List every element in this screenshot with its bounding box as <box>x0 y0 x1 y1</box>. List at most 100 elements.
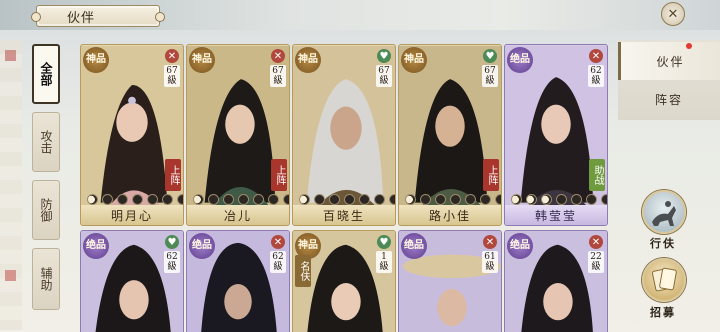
tab-support[interactable]: 辅助 <box>32 248 60 310</box>
pip-icon <box>314 193 325 205</box>
rank-badge: 绝品 <box>83 233 109 259</box>
rank-badge: 绝品 <box>507 47 533 73</box>
level-number: 62 <box>166 252 178 262</box>
pip-icon <box>268 193 279 205</box>
tab-all[interactable]: 全部 <box>32 44 60 104</box>
level-unit: 級 <box>379 76 389 86</box>
pip-icon <box>374 193 385 205</box>
star-pips <box>193 193 289 205</box>
horse-rider-icon <box>652 201 676 226</box>
rank-label: 绝品 <box>192 240 212 251</box>
tab-lineup-label: 阵容 <box>654 92 683 107</box>
partner-card[interactable]: 神品 ♥ 67 級 百晓生 <box>292 44 396 226</box>
tab-attack[interactable]: 攻击 <box>32 112 60 172</box>
moon-icon <box>87 193 98 205</box>
tab-support-label: 辅助 <box>39 267 53 291</box>
title-plaque: 伙伴 <box>31 5 165 27</box>
title-endcap-right <box>155 12 165 22</box>
pip-icon <box>117 193 128 205</box>
seal-icon <box>5 270 16 281</box>
status-label: 上阵 <box>274 165 285 185</box>
star-pips <box>405 193 501 205</box>
rank-badge: 绝品 <box>507 233 533 259</box>
pip-icon <box>344 193 355 205</box>
pip-icon <box>495 193 501 205</box>
level-number: 67 <box>166 66 178 76</box>
recruit-button[interactable] <box>642 258 686 302</box>
level-unit: 級 <box>379 262 389 272</box>
left-decoration <box>0 40 22 330</box>
pip-icon <box>389 193 395 205</box>
pip-icon <box>420 193 431 205</box>
partner-name: 明月心 <box>81 205 183 225</box>
rank-badge: 绝品 <box>401 233 427 259</box>
level-tag: 67 級 <box>270 65 286 87</box>
partner-grid: 神品 ✕ 67 級 上阵 明月心 神品 ✕ 67 級 上阵 冶儿 神品 ♥ 67… <box>80 40 608 332</box>
partner-name: 百晓生 <box>293 205 395 225</box>
heart-icon[interactable]: ♥ <box>483 49 497 63</box>
x-icon[interactable]: ✕ <box>165 49 179 63</box>
status-badge: 上阵 <box>271 159 287 191</box>
rank-label: 绝品 <box>510 54 530 65</box>
level-tag: 22 級 <box>588 251 604 273</box>
level-tag: 62 級 <box>164 251 180 273</box>
partner-card[interactable]: 绝品 ✕ 62 級 <box>186 230 290 332</box>
level-unit: 級 <box>485 262 495 272</box>
status-badge: 助战 <box>589 159 605 191</box>
tab-all-label: 全部 <box>39 62 53 86</box>
tab-defense-label: 防御 <box>39 198 53 222</box>
heart-icon[interactable]: ♥ <box>165 235 179 249</box>
partner-card[interactable]: 神品 ♥ 1級 名伕 <box>292 230 396 332</box>
level-unit: 級 <box>591 262 601 272</box>
level-number: 61 <box>484 252 496 262</box>
right-tab-panel: 伙伴 阵容 <box>618 40 720 120</box>
rank-badge: 神品 <box>295 47 321 73</box>
rank-badge: 神品 <box>83 47 109 73</box>
heart-icon[interactable]: ♥ <box>377 49 391 63</box>
partner-card[interactable]: 神品 ♥ 67 級 上阵 路小佳 <box>398 44 502 226</box>
level-number: 62 <box>590 66 602 76</box>
partner-name: 冶儿 <box>187 205 289 225</box>
level-number: 62 <box>272 252 284 262</box>
partner-card[interactable]: 神品 ✕ 67 級 上阵 冶儿 <box>186 44 290 226</box>
close-icon: ✕ <box>667 6 679 22</box>
pip-icon <box>132 193 143 205</box>
close-button[interactable]: ✕ <box>661 2 685 26</box>
level-tag: 61 級 <box>482 251 498 273</box>
status-badge: 上阵 <box>483 159 499 191</box>
rank-badge: 神品 <box>189 47 215 73</box>
heart-icon[interactable]: ♥ <box>377 235 391 249</box>
x-icon[interactable]: ✕ <box>589 235 603 249</box>
x-icon[interactable]: ✕ <box>271 49 285 63</box>
seal-icon <box>5 50 16 61</box>
pip-icon <box>435 193 446 205</box>
star-pips <box>511 193 607 205</box>
tab-defense[interactable]: 防御 <box>32 180 60 240</box>
partner-card[interactable]: 绝品 ✕ 62 級 助战 韩莹莹 <box>504 44 608 226</box>
tab-partners[interactable]: 伙伴 <box>618 42 720 80</box>
star-pips <box>299 193 395 205</box>
partner-card[interactable]: 绝品 ✕ 22 級 <box>504 230 608 332</box>
moon-icon <box>526 193 537 205</box>
x-icon[interactable]: ✕ <box>589 49 603 63</box>
moon-icon <box>299 193 310 205</box>
partner-card[interactable]: 神品 ✕ 67 級 上阵 明月心 <box>80 44 184 226</box>
partner-card[interactable]: 绝品 ✕ 61 級 <box>398 230 502 332</box>
rank-label: 神品 <box>404 54 424 65</box>
rank-label: 绝品 <box>510 240 530 251</box>
x-icon[interactable]: ✕ <box>483 235 497 249</box>
tab-lineup[interactable]: 阵容 <box>618 80 720 118</box>
level-unit: 級 <box>167 76 177 86</box>
partner-card[interactable]: 绝品 ♥ 62 級 <box>80 230 184 332</box>
pip-icon <box>162 193 173 205</box>
pip-icon <box>329 193 340 205</box>
rank-label: 神品 <box>86 54 106 65</box>
level-unit: 級 <box>591 76 601 86</box>
pip-icon <box>465 193 476 205</box>
x-icon[interactable]: ✕ <box>271 235 285 249</box>
level-number: 67 <box>484 66 496 76</box>
page-title: 伙伴 <box>67 10 96 26</box>
travel-button[interactable] <box>642 190 686 234</box>
moon-icon <box>193 193 204 205</box>
cards-icon <box>651 267 677 292</box>
